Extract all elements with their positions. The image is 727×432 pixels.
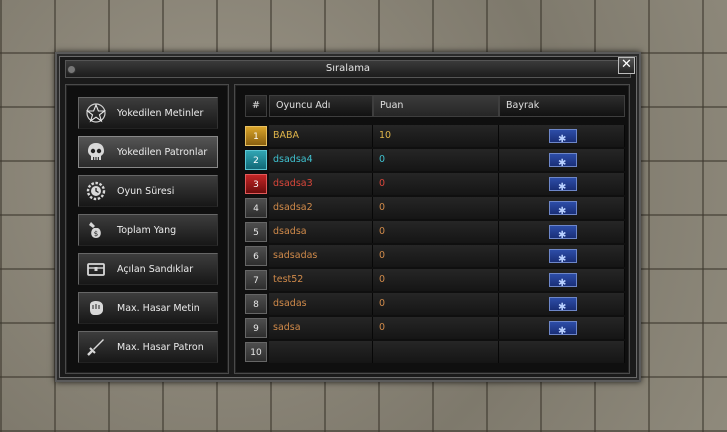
category-label: Max. Hasar Patron (117, 342, 204, 353)
player-score: 0 (373, 269, 499, 291)
clock-gear-icon (84, 179, 108, 203)
category-label: Oyun Süresi (117, 186, 175, 197)
category-max-damage-boss-button[interactable]: Max. Hasar Patron (78, 331, 218, 363)
rank-badge: 6 (245, 246, 267, 266)
rank-badge: 4 (245, 198, 267, 218)
category-panel: Yokedilen Metinler Yokedilen Patronlar O… (65, 84, 229, 374)
table-row[interactable]: 8 dsadas 0 (245, 293, 625, 319)
ranking-table: # Oyuncu Adı Puan Bayrak 1BABA102dsadsa4… (234, 84, 630, 374)
category-label: Toplam Yang (117, 225, 177, 236)
flag-cell (499, 149, 625, 175)
column-header-flag: Bayrak (499, 95, 625, 117)
category-destroyed-metins-button[interactable]: Yokedilen Metinler (78, 97, 218, 129)
rank-badge: 1 (245, 126, 267, 146)
player-score: 0 (373, 149, 499, 171)
player-name: BABA (269, 125, 373, 147)
column-header-rank: # (245, 95, 267, 117)
player-name: sadsa (269, 317, 373, 339)
rank-badge: 8 (245, 294, 267, 314)
player-score: 10 (373, 125, 499, 147)
svg-text:$: $ (94, 230, 98, 238)
category-label: Yokedilen Patronlar (117, 147, 208, 158)
pentagram-icon (84, 101, 108, 125)
empire-flag-icon (549, 249, 577, 271)
rank-badge: 7 (245, 270, 267, 290)
table-row[interactable]: 7 test52 0 (245, 269, 625, 295)
flag-cell (499, 125, 625, 151)
player-score (373, 341, 499, 363)
flag-cell (499, 341, 625, 363)
close-button[interactable]: ✕ (618, 57, 635, 74)
fist-icon (84, 296, 108, 320)
table-row[interactable]: 4 dsadsa2 0 (245, 197, 625, 223)
column-header-player: Oyuncu Adı (269, 95, 373, 117)
player-name: dsadsa4 (269, 149, 373, 171)
category-play-time-button[interactable]: Oyun Süresi (78, 175, 218, 207)
sword-icon (84, 335, 108, 359)
player-name: dsadsa2 (269, 197, 373, 219)
skull-icon (84, 140, 108, 164)
category-max-damage-metin-button[interactable]: Max. Hasar Metin (78, 292, 218, 324)
empire-flag-icon (549, 321, 577, 343)
player-score: 0 (373, 197, 499, 219)
flag-cell (499, 197, 625, 223)
money-bag-icon: $ (84, 218, 108, 242)
category-label: Açılan Sandıklar (117, 264, 194, 275)
rank-badge: 9 (245, 318, 267, 338)
title-bar[interactable]: Sıralama (65, 60, 631, 78)
empire-flag-icon (549, 201, 577, 223)
table-row[interactable]: 1 BABA 10 (245, 125, 625, 151)
column-header-score[interactable]: Puan (373, 95, 499, 117)
chest-icon (84, 257, 108, 281)
flag-cell (499, 245, 625, 271)
rank-badge: 5 (245, 222, 267, 242)
player-score: 0 (373, 293, 499, 315)
category-total-yang-button[interactable]: $ Toplam Yang (78, 214, 218, 246)
rank-badge: 10 (245, 342, 267, 362)
category-destroyed-bosses-button[interactable]: Yokedilen Patronlar (78, 136, 218, 168)
table-row[interactable]: 3 dsadsa3 0 (245, 173, 625, 199)
rank-badge: 2 (245, 150, 267, 170)
flag-cell (499, 173, 625, 199)
player-name: sadsadas (269, 245, 373, 267)
empire-flag-icon (549, 177, 577, 199)
empire-flag-icon (549, 297, 577, 319)
flag-cell (499, 269, 625, 295)
player-name: dsadsa3 (269, 173, 373, 195)
table-row[interactable]: 10 (245, 341, 625, 363)
table-row[interactable]: 5 dsadsa 0 (245, 221, 625, 247)
flag-cell (499, 221, 625, 247)
player-name: test52 (269, 269, 373, 291)
table-row[interactable]: 6 sadsadas 0 (245, 245, 625, 271)
category-label: Yokedilen Metinler (117, 108, 204, 119)
empire-flag-icon (549, 273, 577, 295)
player-name: dsadas (269, 293, 373, 315)
player-score: 0 (373, 173, 499, 195)
empire-flag-icon (549, 225, 577, 247)
ranking-window: Sıralama ✕ Yokedilen Metinler Yokedilen … (55, 52, 641, 382)
player-score: 0 (373, 221, 499, 243)
flag-cell (499, 317, 625, 343)
player-name (269, 341, 373, 363)
window-title: Sıralama (325, 63, 371, 74)
empire-flag-icon (549, 129, 577, 151)
flag-cell (499, 293, 625, 319)
pin-icon (67, 65, 76, 74)
category-opened-chests-button[interactable]: Açılan Sandıklar (78, 253, 218, 285)
rank-badge: 3 (245, 174, 267, 194)
table-row[interactable]: 2 dsadsa4 0 (245, 149, 625, 175)
table-row[interactable]: 9 sadsa 0 (245, 317, 625, 343)
player-score: 0 (373, 317, 499, 339)
player-name: dsadsa (269, 221, 373, 243)
category-label: Max. Hasar Metin (117, 303, 200, 314)
empire-flag-icon (549, 153, 577, 175)
player-score: 0 (373, 245, 499, 267)
